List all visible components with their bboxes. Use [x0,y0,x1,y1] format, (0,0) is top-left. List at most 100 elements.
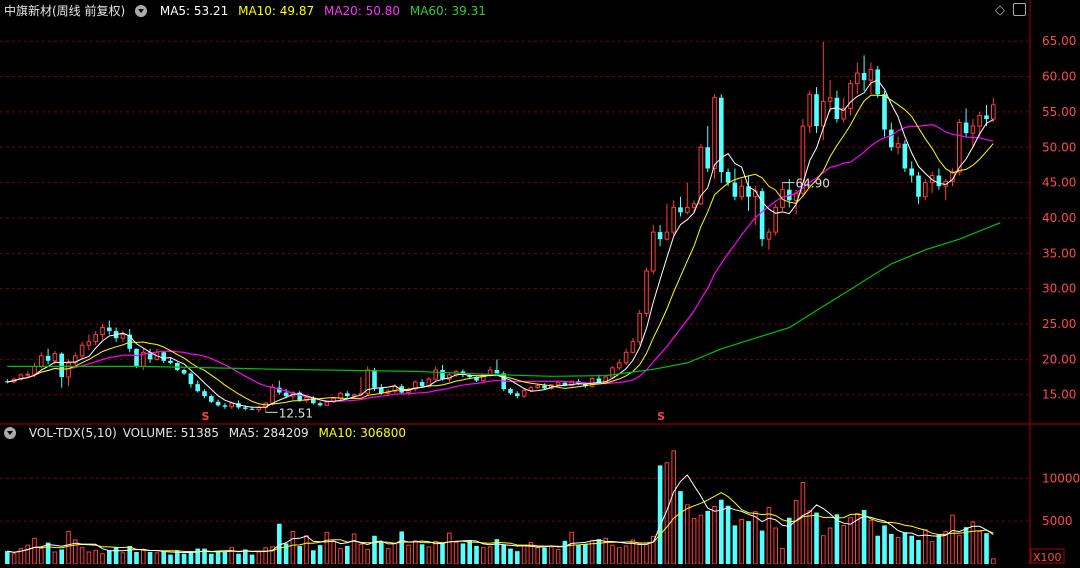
candle-body-up [630,341,636,353]
candle-body-down [719,97,724,173]
volume-bar-up [773,527,779,565]
candle-body-down [215,401,221,406]
volume-bar-up [637,542,643,565]
candle-body-up [685,206,690,213]
volume-bar-up [100,553,105,565]
candle-body-down [759,191,765,240]
chart-canvas[interactable]: 15.00 20.00 25.00 30.00 35.00 40.00 45.00 50.00… [0,0,1080,565]
candle-body-up [535,385,541,389]
volume-bar-up [481,547,486,565]
volume-bar-down [882,525,887,564]
candle-body-down [732,182,738,197]
volume-bar-down [222,552,228,564]
candle-body-up [970,125,976,134]
candle-body-up [351,394,357,397]
price-tick-label: 55.00 [1042,105,1076,119]
volume-bar-down [474,546,479,564]
volume-unit-label: X100 [1033,551,1062,564]
volume-bar-down [440,543,445,564]
candle-body-up [433,369,438,380]
ma5-legend: MA5: 53.21 [159,4,229,18]
volume-bar-down [759,530,765,564]
diamond-icon[interactable]: ◇ [995,3,1005,18]
candle-body-down [181,369,187,374]
candle-body-up [807,93,813,127]
candle-body-up [957,122,962,173]
volume-bar-up [93,549,99,565]
volume-bar-up [358,543,364,565]
volume-bar-down [195,548,200,564]
price-tick-label: 40.00 [1042,211,1076,225]
candle-body-up [923,182,928,198]
volume-ma5-legend: MA5: 284209 [228,426,309,440]
volume-bar-down [107,550,112,564]
volume-bar-up [365,548,370,565]
candle-body-down [678,207,683,213]
volume-bar-up [671,450,677,565]
candle-body-up [32,365,37,375]
price-tick-label: 30.00 [1042,282,1076,296]
candle-body-up [664,231,670,240]
price-tick-label: 25.00 [1042,317,1076,331]
candle-body-up [766,231,772,240]
candle-body-down [909,168,914,176]
candle-body-down [283,392,289,397]
stock-title[interactable]: 中旗新材(周线 前复权) [4,4,125,18]
volume-indicator-title[interactable]: VOL-TDX(5,10) [29,426,117,440]
volume-bar-up [807,510,813,565]
volume-bar-up [331,541,336,565]
volume-bar-down [419,544,425,564]
volume-bar-down [277,523,282,564]
volume-bar-up [453,542,459,565]
candle-body-up [637,312,643,343]
volume-bar-down [889,534,894,564]
volume-value: VOLUME: 51385 [122,426,219,440]
price-tick-label: 60.00 [1042,70,1076,84]
candle-body-down [188,373,194,385]
signal-marker: S [657,410,665,423]
volume-bar-down [705,510,710,564]
candle-body-down [209,396,214,402]
volume-bar-up [39,548,44,565]
candle-body-up [977,114,983,127]
candle-body-up [521,389,527,397]
volume-bar-down [508,548,513,564]
volume-bar-up [385,548,391,565]
volume-bar-down [562,540,568,564]
volume-bar-up [290,530,296,565]
candle-body-up [86,341,92,346]
volume-bar-up [263,547,268,565]
candle-body-up [555,382,561,386]
volume-bar-down [317,545,323,564]
volume-bar-up [256,551,262,565]
candle-body-up [848,83,853,109]
candle-body-up [991,104,996,120]
candle-body-down [45,355,51,361]
candle-body-up [66,362,71,378]
candle-body-up [821,100,826,127]
candle-body-down [508,389,513,394]
chevron-down-icon[interactable] [135,4,150,18]
volume-bar-up [957,535,962,565]
volume-bar-down [45,542,51,564]
volume-bar-down [249,554,255,564]
candle-body-down [202,391,207,397]
volume-bar-down [215,551,221,564]
volume-bar-up [827,527,833,565]
candle-body-down [249,408,255,410]
volume-bar-up [977,530,983,565]
ma60-legend: MA60: 39.31 [409,4,486,18]
volume-bar-down [181,553,187,564]
volume-bar-up [929,541,935,565]
chevron-down-icon[interactable] [4,426,19,440]
candle-body-down [161,352,166,361]
candle-body-up [651,231,656,272]
panel-toggle-icon[interactable] [1013,3,1026,16]
volume-tick-label: 5000 [1042,514,1073,528]
candle-body-down [317,403,323,406]
signal-marker: S [202,410,210,423]
volume-bar-down [113,546,119,564]
volume-bar-up [79,547,85,565]
high-price-label: 64.90 [796,177,830,191]
volume-bar-down [147,552,153,564]
